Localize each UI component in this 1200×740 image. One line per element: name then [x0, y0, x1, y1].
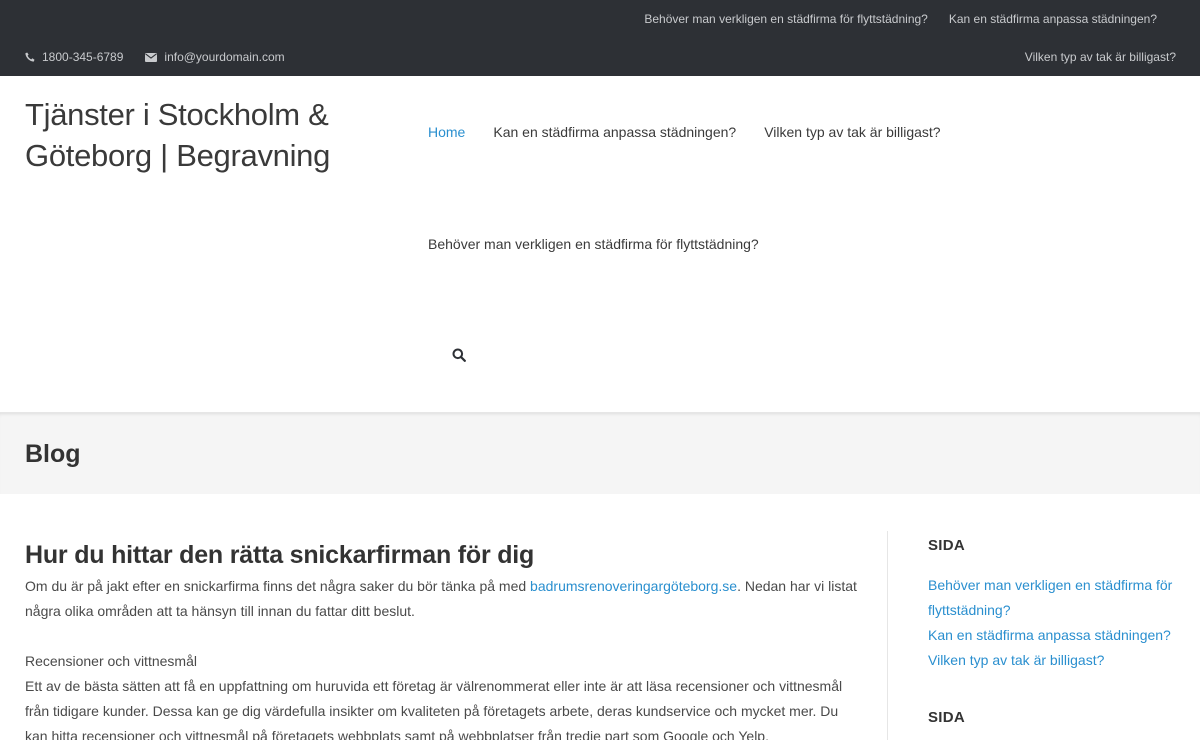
search-icon — [452, 348, 466, 362]
email-contact: info@yourdomain.com — [145, 50, 285, 64]
main-content: Hur du hittar den rätta snickarfirman fö… — [25, 540, 860, 740]
nav-item-tak[interactable]: Vilken typ av tak är billigast? — [764, 124, 940, 140]
sidebar-widget-pages: SIDA Behöver man verkligen en städfirma … — [928, 537, 1178, 673]
nav-item-flyttstadning[interactable]: Behöver man verkligen en städfirma för f… — [428, 236, 759, 252]
top-nav-row-2: Vilken typ av tak är billigast? — [1025, 50, 1176, 64]
phone-icon — [25, 52, 35, 62]
sidebar-widget-2: SIDA — [928, 709, 1178, 726]
sidebar-link-tak[interactable]: Vilken typ av tak är billigast? — [928, 652, 1104, 668]
post-intro: Om du är på jakt efter en snickarfirma f… — [25, 574, 860, 624]
sidebar: SIDA Behöver man verkligen en städfirma … — [928, 537, 1178, 740]
top-link-flyttstadning[interactable]: Behöver man verkligen en städfirma för f… — [644, 12, 927, 26]
sidebar-link-stadfirma[interactable]: Kan en städfirma anpassa städningen? — [928, 627, 1171, 643]
site-title[interactable]: Tjänster i Stockholm & Göteborg | Begrav… — [25, 94, 385, 176]
section-heading: Recensioner och vittnesmål — [25, 653, 197, 669]
nav-item-stadfirma[interactable]: Kan en städfirma anpassa städningen? — [493, 124, 736, 140]
main-nav: Home Kan en städfirma anpassa städningen… — [428, 124, 941, 140]
main-nav-row-2: Behöver man verkligen en städfirma för f… — [428, 236, 759, 252]
email-link[interactable]: info@yourdomain.com — [164, 50, 284, 64]
sidebar-link-flyttstadning[interactable]: Behöver man verkligen en städfirma för f… — [928, 577, 1172, 618]
intro-text-before: Om du är på jakt efter en snickarfirma f… — [25, 578, 531, 594]
envelope-icon — [145, 52, 158, 62]
top-link-tak[interactable]: Vilken typ av tak är billigast? — [1025, 50, 1176, 64]
search-button[interactable] — [452, 348, 468, 364]
list-item: Behöver man verkligen en städfirma för f… — [928, 573, 1178, 623]
site-header: Tjänster i Stockholm & Göteborg | Begrav… — [0, 76, 1200, 412]
intro-link[interactable]: badrumsrenoveringargöteborg.se — [530, 578, 737, 594]
list-item: Vilken typ av tak är billigast? — [928, 648, 1178, 673]
widget-title: SIDA — [928, 537, 966, 554]
nav-item-home[interactable]: Home — [428, 124, 465, 140]
list-item: Kan en städfirma anpassa städningen? — [928, 623, 1178, 648]
phone-contact: 1800-345-6789 — [25, 50, 123, 64]
page-title: Blog — [25, 440, 81, 468]
sidebar-divider — [887, 531, 888, 740]
post-body: Om du är på jakt efter en snickarfirma f… — [25, 574, 860, 740]
top-bar: Behöver man verkligen en städfirma för f… — [0, 0, 1200, 76]
section-text: Ett av de bästa sätten att få en uppfatt… — [25, 678, 843, 740]
top-nav-row: Behöver man verkligen en städfirma för f… — [644, 12, 1157, 26]
widget-link-list: Behöver man verkligen en städfirma för f… — [928, 573, 1178, 673]
contact-info: 1800-345-6789 info@yourdomain.com — [25, 50, 307, 64]
phone-number: 1800-345-6789 — [42, 50, 124, 64]
top-link-stadfirma[interactable]: Kan en städfirma anpassa städningen? — [949, 12, 1157, 26]
post-title[interactable]: Hur du hittar den rätta snickarfirman fö… — [25, 540, 860, 570]
widget-title-2: SIDA — [928, 709, 966, 726]
page-title-band: Blog — [0, 412, 1200, 494]
